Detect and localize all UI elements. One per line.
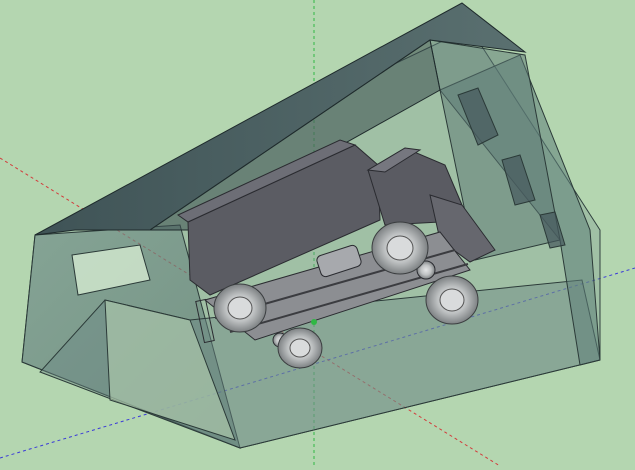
wheel-front-left (371, 221, 429, 275)
origin-marker (311, 319, 317, 325)
wheel-front-right (425, 275, 479, 325)
3d-modeling-viewport[interactable] (0, 0, 635, 467)
scene-canvas[interactable] (0, 0, 635, 467)
wheel-rear-right (277, 327, 323, 369)
wheel-rear-left (213, 283, 267, 333)
